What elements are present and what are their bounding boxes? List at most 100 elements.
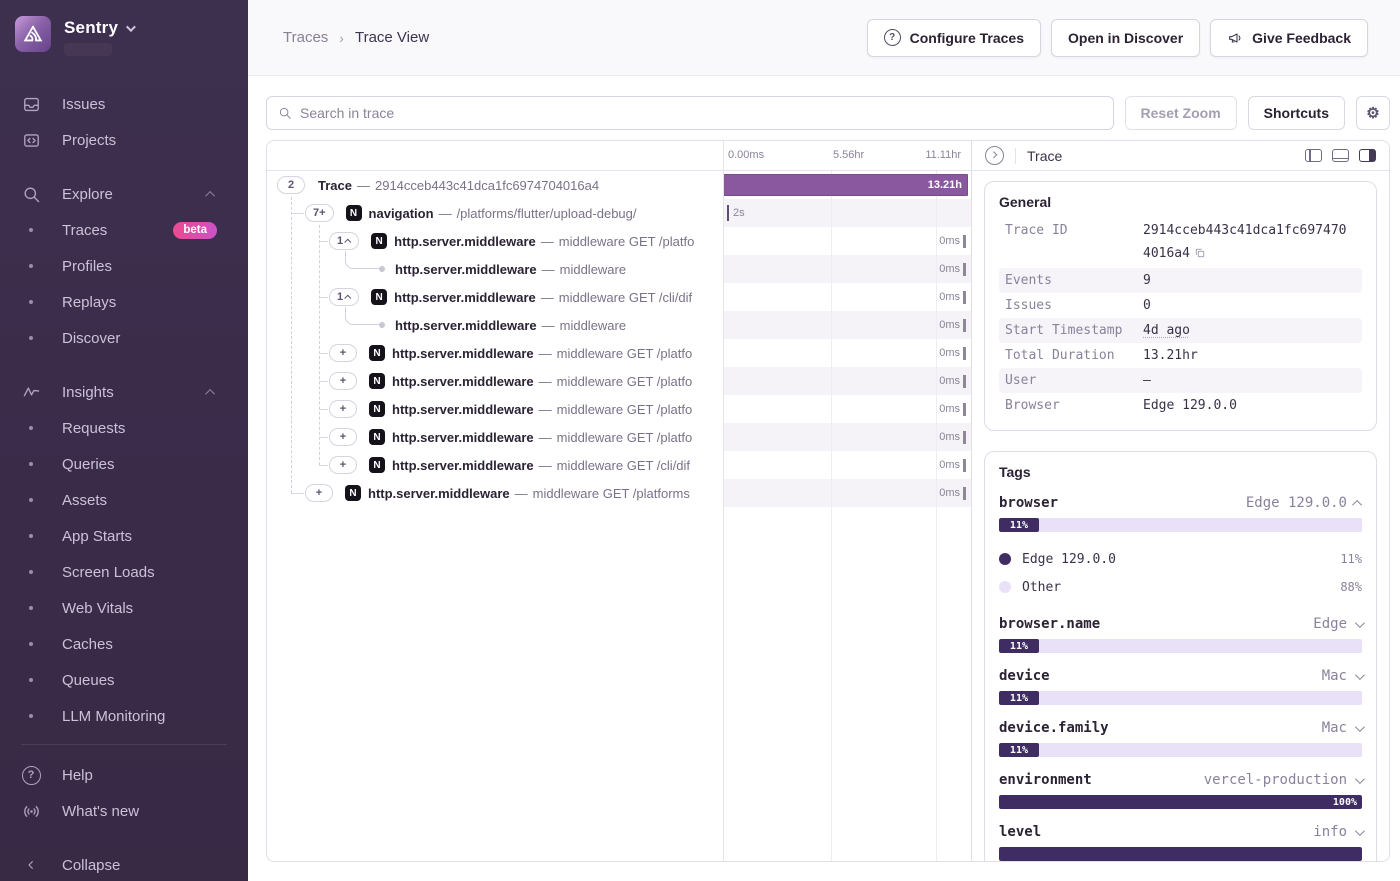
span-row[interactable]: +Nhttp.server.middleware—middleware GET … [267, 479, 971, 507]
sidebar-item-insights[interactable]: Insights [0, 374, 248, 410]
span-timeline-cell[interactable]: 0ms [723, 255, 972, 283]
sidebar-item-label: Issues [62, 96, 105, 113]
span-row[interactable]: +Nhttp.server.middleware—middleware GET … [267, 395, 971, 423]
span-timeline-cell[interactable]: 0ms [723, 479, 972, 507]
tag-percent-bar[interactable] [999, 847, 1362, 861]
tag-header[interactable]: environmentvercel-production [999, 772, 1362, 788]
span-timeline-cell[interactable]: 0ms [723, 339, 972, 367]
expand-children-badge[interactable]: + [329, 344, 357, 362]
sidebar-item-what-s-new[interactable]: What's new [0, 793, 248, 829]
sidebar-item-llm-monitoring[interactable]: LLM Monitoring [0, 698, 248, 734]
tag-key: level [999, 824, 1041, 840]
expand-children-badge[interactable]: + [329, 372, 357, 390]
tag-percent-bar[interactable]: 11% [999, 639, 1362, 653]
dock-left-icon[interactable] [1305, 149, 1322, 162]
span-timeline-cell[interactable]: 13.21h [723, 171, 972, 199]
span-count-badge[interactable]: 1 [329, 232, 359, 250]
tag-header[interactable]: browserEdge 129.0.0 [999, 495, 1362, 511]
span-row[interactable]: 1Nhttp.server.middleware—middleware GET … [267, 227, 971, 255]
tag-percent-bar[interactable]: 100% [999, 795, 1362, 809]
span-op: navigation [369, 206, 434, 221]
expand-children-badge[interactable]: + [329, 428, 357, 446]
expand-children-badge[interactable]: + [305, 484, 333, 502]
sidebar-item-requests[interactable]: Requests [0, 410, 248, 446]
sidebar-item-issues[interactable]: Issues [0, 86, 248, 122]
sidebar-item-caches[interactable]: Caches [0, 626, 248, 662]
span-name-cell: http.server.middleware—middleware [267, 255, 723, 283]
chevron-up-icon [205, 388, 215, 398]
sidebar-item-profiles[interactable]: Profiles [0, 248, 248, 284]
org-switcher[interactable]: Sentry [0, 0, 248, 72]
tag-header[interactable]: browser.nameEdge [999, 616, 1362, 632]
span-row[interactable]: +Nhttp.server.middleware—middleware GET … [267, 423, 971, 451]
span-timeline-cell[interactable]: 0ms [723, 395, 972, 423]
sidebar-item-queries[interactable]: Queries [0, 446, 248, 482]
span-timeline-cell[interactable]: 0ms [723, 283, 972, 311]
span-count-badge[interactable]: 1 [329, 288, 359, 306]
span-count-badge[interactable]: 2 [277, 176, 305, 194]
expand-children-badge[interactable]: + [329, 400, 357, 418]
tag-header[interactable]: deviceMac [999, 668, 1362, 684]
span-timeline-cell[interactable]: 0ms [723, 311, 972, 339]
timeline-ruler[interactable]: 0.00ms 5.56hr 11.11hr [267, 141, 971, 171]
span-tick [963, 235, 966, 248]
sidebar-item-explore[interactable]: Explore [0, 176, 248, 212]
sidebar-item-replays[interactable]: Replays [0, 284, 248, 320]
legend-row[interactable]: Other88% [999, 573, 1362, 601]
trace-duration-bar[interactable]: 13.21h [723, 174, 968, 196]
span-timeline-cell[interactable]: 0ms [723, 227, 972, 255]
span-count-badge[interactable]: 7+ [305, 204, 334, 222]
column-divider[interactable] [723, 141, 724, 861]
duration-label: 0ms [939, 459, 960, 471]
expand-panel-icon[interactable] [985, 146, 1004, 165]
reset-zoom-button[interactable]: Reset Zoom [1125, 96, 1237, 130]
span-row[interactable]: http.server.middleware—middleware0ms [267, 311, 971, 339]
span-row[interactable]: 2Trace—2914cceb443c41dca1fc6974704016a41… [267, 171, 971, 199]
sidebar-item-discover[interactable]: Discover [0, 320, 248, 356]
sidebar-item-web-vitals[interactable]: Web Vitals [0, 590, 248, 626]
tag-percent-bar[interactable]: 11% [999, 518, 1362, 532]
open-in-discover-button[interactable]: Open in Discover [1051, 19, 1200, 57]
legend-row[interactable]: Edge 129.0.011% [999, 545, 1362, 573]
configure-traces-button[interactable]: ? Configure Traces [867, 19, 1041, 57]
span-row[interactable]: http.server.middleware—middleware0ms [267, 255, 971, 283]
span-row[interactable]: 1Nhttp.server.middleware—middleware GET … [267, 283, 971, 311]
span-row[interactable]: +Nhttp.server.middleware—middleware GET … [267, 367, 971, 395]
tag-header[interactable]: levelinfo [999, 824, 1362, 840]
span-timeline-cell[interactable]: 0ms [723, 451, 972, 479]
sidebar-item-projects[interactable]: Projects [0, 122, 248, 158]
span-timeline-cell[interactable]: 0ms [723, 423, 972, 451]
chevron-up-icon [205, 190, 215, 200]
tag-percent-bar[interactable]: 11% [999, 743, 1362, 757]
sidebar-item-queues[interactable]: Queues [0, 662, 248, 698]
sidebar-item-app-starts[interactable]: App Starts [0, 518, 248, 554]
span-timeline-cell[interactable]: 0ms [723, 367, 972, 395]
expand-children-badge[interactable]: + [329, 456, 357, 474]
sidebar-collapse-button[interactable]: Collapse [0, 847, 248, 881]
span-tick [963, 319, 966, 332]
span-timeline-cell[interactable]: 2s [723, 199, 972, 227]
general-row-value: – [1143, 369, 1151, 392]
sidebar-item-traces[interactable]: Tracesbeta [0, 212, 248, 248]
tag-percent-bar[interactable]: 11% [999, 691, 1362, 705]
dock-bottom-icon[interactable] [1332, 149, 1349, 162]
settings-button[interactable]: ⚙ [1356, 96, 1390, 130]
span-row[interactable]: +Nhttp.server.middleware—middleware GET … [267, 451, 971, 479]
dock-right-icon[interactable] [1359, 149, 1376, 162]
breadcrumb-traces[interactable]: Traces [283, 29, 328, 46]
sidebar-item-help[interactable]: ?Help [0, 757, 248, 793]
duration-label: 0ms [939, 291, 960, 303]
tag-header[interactable]: device.familyMac [999, 720, 1362, 736]
general-row-label: Browser [1005, 394, 1143, 417]
sidebar-item-label: Projects [62, 132, 116, 149]
shortcuts-button[interactable]: Shortcuts [1248, 96, 1345, 130]
copy-icon[interactable] [1194, 244, 1206, 267]
span-row[interactable]: 7+Nnavigation—/platforms/flutter/upload-… [267, 199, 971, 227]
sidebar-item-assets[interactable]: Assets [0, 482, 248, 518]
trace-search[interactable] [266, 96, 1114, 130]
search-input[interactable] [300, 105, 1102, 121]
span-row[interactable]: +Nhttp.server.middleware—middleware GET … [267, 339, 971, 367]
sidebar-item-screen-loads[interactable]: Screen Loads [0, 554, 248, 590]
give-feedback-button[interactable]: Give Feedback [1210, 19, 1368, 57]
page-header: Traces › Trace View ? Configure Traces O… [248, 0, 1400, 76]
